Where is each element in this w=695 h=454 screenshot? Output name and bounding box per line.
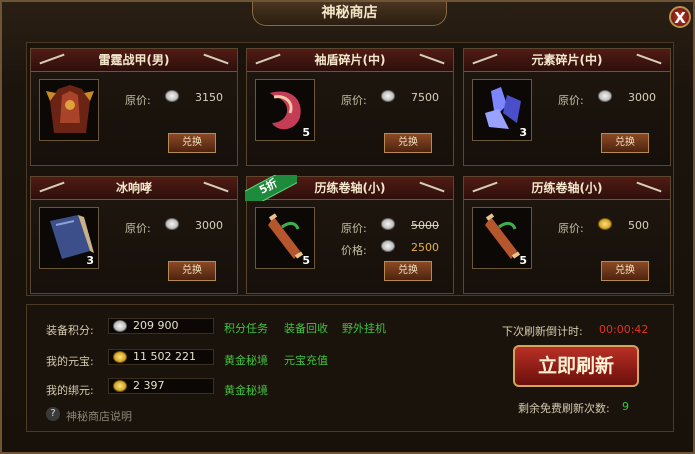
timer-label: 下次刷新倒计时: <box>502 325 583 338</box>
item-price: 3150 <box>195 91 223 104</box>
bound-value: 2 397 <box>108 378 214 394</box>
silver-coin-icon <box>113 320 127 332</box>
yuanbao-value: 11 502 221 <box>108 349 214 365</box>
shop-item-card: 雷霆战甲(男) 原价: 3150 兑换 <box>30 48 238 166</box>
item-original-price: 5000 <box>411 219 439 232</box>
item-name: 袖盾碎片(中) <box>247 49 453 72</box>
bound-label: 我的绑元: <box>46 384 94 397</box>
item-quantity: 5 <box>302 254 310 267</box>
yuanbao-label: 我的元宝: <box>46 355 94 368</box>
discount-price-label: 价格: <box>341 244 367 257</box>
item-discount-price: 2500 <box>411 241 439 254</box>
item-price: 500 <box>628 219 649 232</box>
discount-badge: 5折 <box>245 175 297 201</box>
item-quantity: 5 <box>519 254 527 267</box>
item-slot[interactable]: 3 <box>472 79 532 141</box>
price-label: 原价: <box>125 222 151 235</box>
armor-icon <box>46 85 94 133</box>
price-label: 原价: <box>558 94 584 107</box>
link-gold-realm-bound[interactable]: 黄金秘境 <box>224 382 268 398</box>
link-recharge[interactable]: 元宝充值 <box>284 352 328 368</box>
buy-button[interactable]: 兑换 <box>384 261 432 281</box>
item-name: 历练卷轴(小) <box>464 177 670 200</box>
item-quantity: 5 <box>302 126 310 139</box>
item-quantity: 3 <box>86 254 94 267</box>
item-price: 3000 <box>195 219 223 232</box>
price-label: 原价: <box>341 222 367 235</box>
item-slot[interactable]: 5 <box>255 79 315 141</box>
item-slot[interactable]: 3 <box>39 207 99 269</box>
item-slot[interactable]: 5 <box>255 207 315 269</box>
shop-item-card: 冰响哮 3 原价: 3000 兑换 <box>30 176 238 294</box>
item-slot[interactable] <box>39 79 99 141</box>
link-equip-recycle[interactable]: 装备回收 <box>284 320 328 336</box>
buy-button[interactable]: 兑换 <box>601 261 649 281</box>
shop-item-card: 袖盾碎片(中) 5 原价: 7500 兑换 <box>246 48 454 166</box>
item-name: 冰响哮 <box>31 177 237 200</box>
free-refresh-count: 9 <box>622 400 629 413</box>
close-button[interactable]: X <box>669 6 691 28</box>
silver-coin-icon <box>381 240 395 252</box>
price-label: 原价: <box>558 222 584 235</box>
price-label: 原价: <box>125 94 151 107</box>
points-value: 209 900 <box>108 318 214 334</box>
silver-coin-icon <box>165 90 179 102</box>
timer-value: 00:00:42 <box>599 323 649 336</box>
silver-coin-icon <box>165 218 179 230</box>
link-field-idle[interactable]: 野外挂机 <box>342 320 386 336</box>
link-points-task[interactable]: 积分任务 <box>224 320 268 336</box>
shop-item-card: 元素碎片(中) 3 原价: 3000 兑换 <box>463 48 671 166</box>
buy-button[interactable]: 兑换 <box>168 133 216 153</box>
item-name: 元素碎片(中) <box>464 49 670 72</box>
refresh-now-button[interactable]: 立即刷新 <box>513 345 639 387</box>
gold-ingot-icon <box>113 351 127 363</box>
link-gold-realm[interactable]: 黄金秘境 <box>224 352 268 368</box>
help-text[interactable]: 神秘商店说明 <box>66 408 132 424</box>
mystery-shop-window: 神秘商店 X 雷霆战甲(男) 原价: 3150 兑换 袖盾碎片(中) 5 原价:… <box>0 0 695 454</box>
item-price: 7500 <box>411 91 439 104</box>
free-refresh-label: 剩余免费刷新次数: <box>518 402 610 415</box>
gold-ingot-icon <box>598 218 612 230</box>
points-label: 装备积分: <box>46 324 94 337</box>
silver-coin-icon <box>381 90 395 102</box>
window-title: 神秘商店 <box>252 2 447 26</box>
item-slot[interactable]: 5 <box>472 207 532 269</box>
silver-coin-icon <box>381 218 395 230</box>
silver-coin-icon <box>598 90 612 102</box>
price-label: 原价: <box>341 94 367 107</box>
shop-item-card: 历练卷轴(小) 5折 5 原价: 5000 价格: 2500 兑换 <box>245 175 454 294</box>
item-price: 3000 <box>628 91 656 104</box>
shop-item-card: 历练卷轴(小) 5 原价: 500 兑换 <box>463 176 671 294</box>
bound-ingot-icon <box>113 380 127 392</box>
item-name: 雷霆战甲(男) <box>31 49 237 72</box>
help-icon[interactable]: ? <box>46 407 60 421</box>
item-quantity: 3 <box>519 126 527 139</box>
buy-button[interactable]: 兑换 <box>168 261 216 281</box>
buy-button[interactable]: 兑换 <box>601 133 649 153</box>
buy-button[interactable]: 兑换 <box>384 133 432 153</box>
